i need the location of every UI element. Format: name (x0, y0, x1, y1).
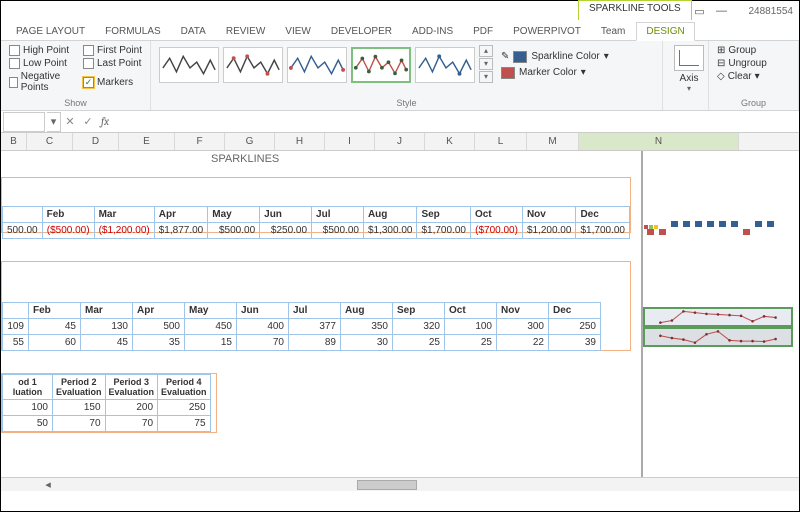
chevron-down-icon: ▾ (671, 84, 707, 93)
col-D[interactable]: D (73, 133, 119, 150)
group-label-show: Show (9, 98, 142, 108)
money-table[interactable]: FebMarAprMayJunJulAugSepOctNovDec500.00(… (2, 206, 630, 239)
sparkline-color-label: Sparkline Color (531, 51, 599, 62)
chevron-down-icon: ▾ (604, 51, 609, 62)
scroll-left-icon[interactable]: ◂ (41, 478, 55, 491)
enter-formula-icon[interactable]: ✓ (79, 115, 97, 128)
tab-pdf[interactable]: PDF (464, 23, 502, 40)
style-gallery-scroll[interactable]: ▴▾▾ (479, 45, 493, 84)
group-button[interactable]: ⊞Group (717, 45, 790, 56)
name-box-dropdown[interactable]: ▾ (47, 112, 61, 132)
minimize-icon[interactable]: — (715, 4, 729, 18)
line-sparkline-1[interactable] (643, 307, 793, 327)
axis-button[interactable]: Axis ▾ (671, 45, 707, 93)
style-item-1[interactable] (159, 47, 219, 83)
col-K[interactable]: K (425, 133, 475, 150)
style-item-2[interactable] (223, 47, 283, 83)
group-label-style: Style (159, 98, 654, 108)
chk-last-point-label: Last Point (97, 58, 141, 69)
chk-low-point[interactable]: Low Point (9, 58, 73, 69)
chk-neg-points-label: Negative Points (21, 71, 73, 93)
clear-button[interactable]: ◇Clear ▾ (717, 71, 790, 82)
style-item-4-selected[interactable] (351, 47, 411, 83)
chk-high-point[interactable]: High Point (9, 45, 73, 56)
tab-view[interactable]: VIEW (276, 23, 320, 40)
contextual-tab-sparkline-tools: SPARKLINE TOOLS (578, 0, 692, 20)
chk-markers-label: Markers (97, 77, 133, 88)
tab-page-layout[interactable]: PAGE LAYOUT (7, 23, 94, 40)
section-title: SPARKLINES (211, 153, 279, 165)
scrollbar-thumb[interactable] (357, 480, 417, 490)
winloss-sparkline (643, 219, 793, 237)
col-L[interactable]: L (475, 133, 527, 150)
style-gallery[interactable]: ▴▾▾ (159, 45, 493, 84)
col-M[interactable]: M (527, 133, 579, 150)
cancel-formula-icon[interactable]: ✕ (61, 115, 79, 128)
col-G[interactable]: G (225, 133, 275, 150)
ungroup-button-label: Ungroup (728, 58, 766, 69)
col-I[interactable]: I (325, 133, 375, 150)
formula-input[interactable] (109, 113, 799, 131)
tab-review[interactable]: REVIEW (217, 23, 274, 40)
sparkline-color-button[interactable]: ✎ Sparkline Color ▾ (501, 51, 609, 63)
clear-button-label: Clear (728, 71, 752, 82)
col-H[interactable]: H (275, 133, 325, 150)
tab-team[interactable]: Team (592, 23, 634, 40)
marker-color-label: Marker Color (519, 67, 577, 78)
col-E[interactable]: E (119, 133, 175, 150)
ungroup-icon: ⊟ (717, 58, 725, 69)
column-headers[interactable]: B C D E F G H I J K L M N (1, 133, 799, 151)
chk-first-point[interactable]: First Point (83, 45, 142, 56)
ribbon-display-options-icon[interactable]: ▭ (693, 4, 707, 18)
period-table[interactable]: od 1 luationPeriod 2 EvaluationPeriod 3 … (2, 374, 211, 432)
chevron-down-icon: ▾ (581, 67, 586, 78)
chk-markers[interactable]: ✓Markers (83, 71, 142, 93)
tab-design[interactable]: DESIGN (636, 22, 694, 41)
horizontal-scrollbar[interactable]: ◂ (1, 477, 799, 491)
style-item-5[interactable] (415, 47, 475, 83)
axis-label: Axis (671, 73, 707, 84)
style-item-3[interactable] (287, 47, 347, 83)
pen-icon: ✎ (501, 51, 509, 62)
formula-bar: ▾ ✕ ✓ fx (1, 111, 799, 133)
col-C[interactable]: C (27, 133, 73, 150)
tab-formulas[interactable]: FORMULAS (96, 23, 170, 40)
chk-high-point-label: High Point (23, 45, 69, 56)
tab-powerpivot[interactable]: POWERPIVOT (504, 23, 590, 40)
ribbon: High Point First Point Low Point Last Po… (1, 41, 799, 111)
col-J[interactable]: J (375, 133, 425, 150)
chevron-down-icon: ▾ (755, 71, 760, 82)
col-B[interactable]: B (1, 133, 27, 150)
tab-developer[interactable]: DEVELOPER (322, 23, 401, 40)
chk-first-point-label: First Point (97, 45, 142, 56)
line-sparkline-2[interactable] (643, 327, 793, 347)
marker-color-button[interactable]: Marker Color ▾ (501, 67, 609, 79)
counts-table[interactable]: FebMarAprMayJunJulAugSepOctNovDec1094513… (2, 302, 601, 351)
group-label-group: Group (717, 98, 790, 108)
group-button-label: Group (728, 45, 756, 56)
tab-addins[interactable]: ADD-INS (403, 23, 462, 40)
eraser-icon: ◇ (717, 71, 725, 82)
chk-low-point-label: Low Point (23, 58, 67, 69)
user-id: 24881554 (749, 6, 794, 17)
ribbon-tabs: PAGE LAYOUT FORMULAS DATA REVIEW VIEW DE… (1, 21, 799, 41)
name-box[interactable] (3, 112, 45, 132)
group-icon: ⊞ (717, 45, 725, 56)
worksheet-grid[interactable]: SPARKLINES FebMarAprMayJunJulAugSepOctNo… (1, 151, 799, 491)
col-N[interactable]: N (579, 133, 739, 150)
fx-icon[interactable]: fx (101, 115, 109, 128)
tab-data[interactable]: DATA (172, 23, 215, 40)
chk-negative-points[interactable]: Negative Points (9, 71, 73, 93)
ungroup-button[interactable]: ⊟Ungroup (717, 58, 790, 69)
chk-last-point[interactable]: Last Point (83, 58, 142, 69)
col-F[interactable]: F (175, 133, 225, 150)
